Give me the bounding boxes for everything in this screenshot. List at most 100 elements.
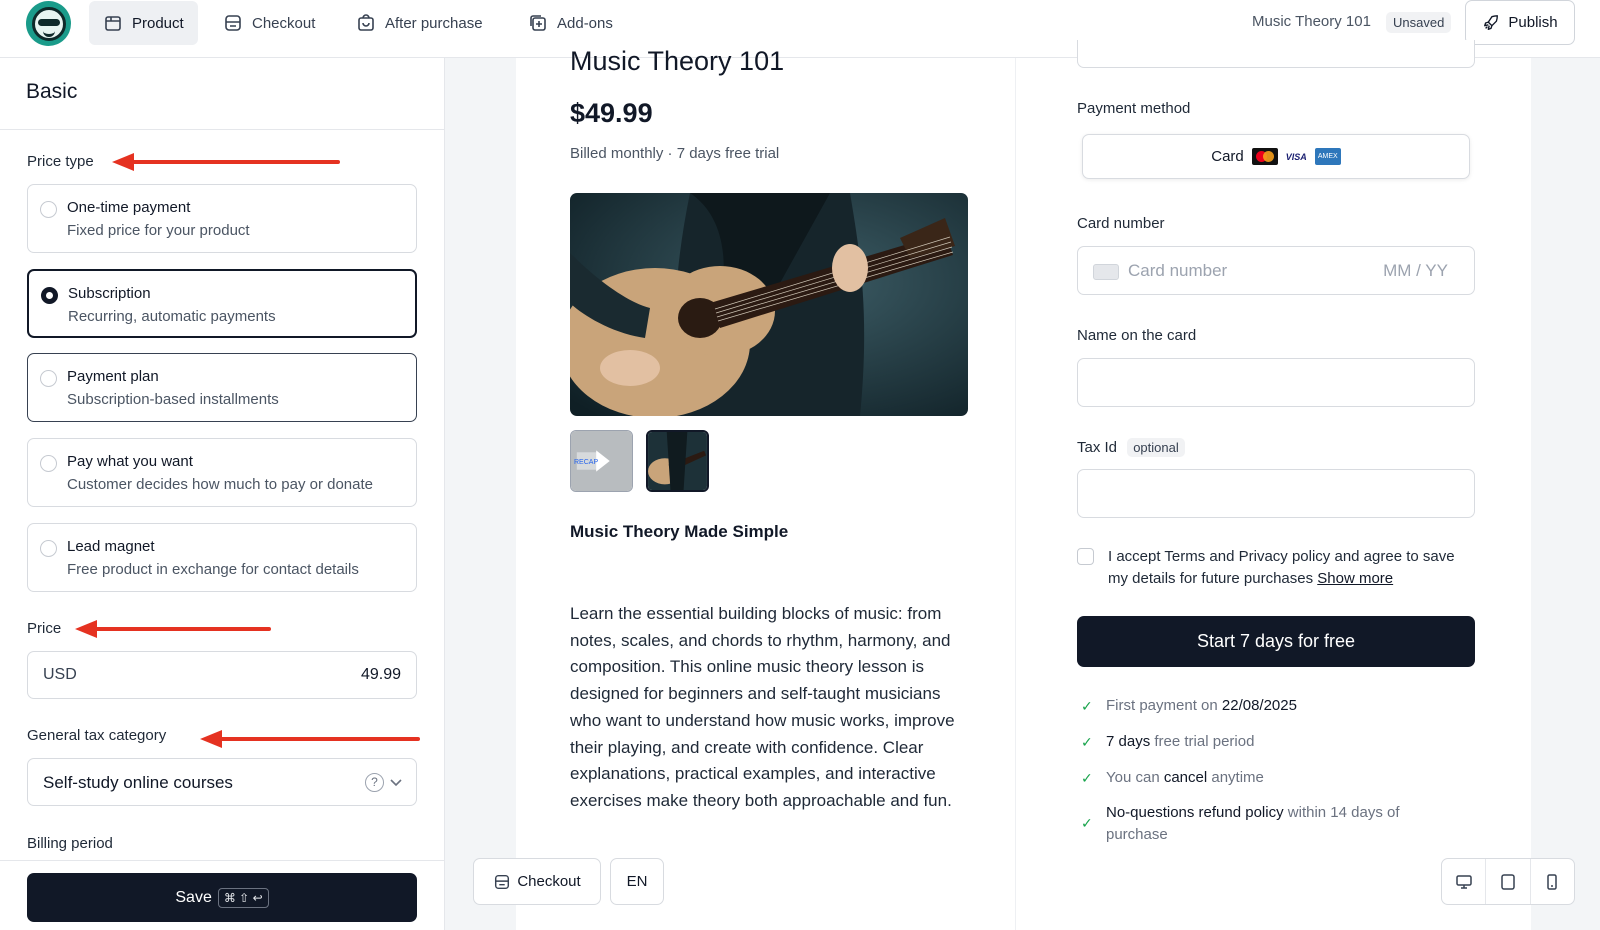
tab-add-ons[interactable]: Add-ons	[514, 1, 627, 45]
tax-id-label: Tax Id optional	[1077, 438, 1185, 457]
app-logo[interactable]	[26, 1, 71, 46]
check-icon: ✓	[1081, 770, 1093, 786]
payment-method-value: Card	[1211, 148, 1244, 165]
save-label: Save	[175, 888, 212, 906]
tab-checkout[interactable]: Checkout	[209, 1, 329, 45]
preview-checkout-button[interactable]: Checkout	[473, 858, 601, 905]
price-type-option-subscription[interactable]: Subscription Recurring, automatic paymen…	[27, 269, 417, 338]
previous-input-field[interactable]	[1077, 40, 1475, 68]
optional-badge: optional	[1127, 438, 1185, 457]
tab-product-label: Product	[132, 14, 184, 32]
project-name: Music Theory 101	[1252, 13, 1371, 30]
media-thumbnail-video[interactable]: RECAP	[570, 430, 633, 492]
tab-product[interactable]: Product	[89, 1, 198, 45]
perk-text: You can	[1106, 769, 1164, 786]
thumbnail-caption: RECAP	[574, 459, 599, 466]
cta-label: Start 7 days for free	[1196, 631, 1356, 651]
desktop-icon	[1455, 874, 1472, 889]
media-thumbnail-image[interactable]	[646, 430, 709, 492]
save-button[interactable]: Save ⌘ ⇧ ↩	[27, 873, 417, 922]
check-icon: ✓	[1081, 815, 1093, 831]
plus-box-icon	[530, 15, 546, 31]
option-title: Pay what you want	[67, 453, 193, 470]
tab-after-purchase[interactable]: After purchase	[342, 1, 497, 45]
tax-category-select[interactable]: Self-study online courses ?	[27, 758, 417, 806]
currency-label[interactable]: USD	[43, 666, 77, 684]
radio-button[interactable]	[40, 370, 57, 387]
device-preview-switcher	[1441, 858, 1575, 905]
guitar-thumbnail	[648, 432, 707, 490]
expiry-placeholder[interactable]: MM / YY	[1383, 261, 1448, 281]
product-title: Music Theory 101	[570, 46, 785, 76]
mastercard-icon	[1251, 148, 1278, 165]
checkout-icon	[225, 15, 241, 31]
option-title: One-time payment	[67, 199, 191, 216]
check-icon: ✓	[1081, 698, 1093, 714]
checkout-icon	[495, 874, 510, 889]
perk-text: First payment on	[1106, 697, 1222, 714]
price-label: Price	[27, 620, 62, 637]
status-badge: Unsaved	[1386, 12, 1452, 33]
product-description: Learn the essential building blocks of m…	[570, 604, 955, 810]
credit-card-icon	[1093, 264, 1119, 280]
option-title: Payment plan	[67, 368, 159, 385]
price-type-label: Price type	[27, 153, 94, 170]
option-title: Lead magnet	[67, 538, 155, 555]
payment-method-card[interactable]: Card VISA AMEX	[1082, 134, 1470, 179]
tab-after-purchase-label: After purchase	[385, 14, 483, 32]
package-icon	[105, 16, 121, 31]
billing-period-label: Billing period	[27, 835, 113, 852]
terms-label: I accept Terms and Privacy policy and ag…	[1108, 548, 1455, 587]
check-icon: ✓	[1081, 734, 1093, 750]
option-subtitle: Subscription-based installments	[67, 391, 279, 408]
keyboard-shortcut: ⌘ ⇧ ↩	[217, 887, 269, 908]
card-number-input[interactable]: Card number MM / YY	[1077, 246, 1475, 295]
option-subtitle: Free product in exchange for contact det…	[67, 561, 359, 578]
terms-checkbox[interactable]	[1077, 548, 1094, 565]
payment-method-label: Payment method	[1077, 100, 1191, 117]
name-on-card-label: Name on the card	[1077, 327, 1197, 344]
option-subtitle: Customer decides how much to pay or dona…	[67, 476, 373, 493]
option-title: Subscription	[68, 285, 151, 302]
name-on-card-input[interactable]	[1077, 358, 1475, 407]
option-subtitle: Recurring, automatic payments	[68, 308, 276, 325]
checkout-label: Checkout	[517, 873, 581, 890]
visa-icon: VISA	[1285, 151, 1307, 162]
perk-strong: No-questions refund policy	[1106, 804, 1284, 821]
card-number-label: Card number	[1077, 215, 1165, 232]
language-button[interactable]: EN	[610, 858, 664, 905]
perk-strong: cancel	[1163, 769, 1208, 786]
perk-strong: 22/08/2025	[1221, 697, 1297, 714]
start-trial-button[interactable]: Start 7 days for free	[1077, 616, 1475, 667]
price-type-option-pay-what-you-want[interactable]: Pay what you want Customer decides how m…	[27, 438, 417, 507]
radio-button[interactable]	[41, 287, 58, 304]
tax-id-input[interactable]	[1077, 469, 1475, 518]
product-price: $49.99	[570, 98, 653, 128]
panel-title: Basic	[26, 80, 78, 103]
price-type-option-one-time[interactable]: One-time payment Fixed price for your pr…	[27, 184, 417, 253]
bag-icon	[358, 14, 374, 31]
radio-button[interactable]	[40, 201, 57, 218]
tax-category-label: General tax category	[27, 727, 167, 744]
tablet-view-button[interactable]	[1486, 859, 1531, 904]
radio-button[interactable]	[40, 540, 57, 557]
annotation-arrow	[200, 730, 420, 748]
help-icon[interactable]: ?	[365, 773, 384, 792]
divider	[1015, 58, 1016, 930]
tax-category-value: Self-study online courses	[43, 773, 233, 792]
perk-strong: 7 days	[1106, 733, 1151, 750]
price-type-option-lead-magnet[interactable]: Lead magnet Free product in exchange for…	[27, 523, 417, 592]
price-input[interactable]: USD 49.99	[27, 651, 417, 699]
chevron-down-icon[interactable]	[388, 774, 404, 790]
price-value[interactable]: 49.99	[361, 666, 401, 684]
publish-button[interactable]: Publish	[1465, 0, 1575, 45]
radio-button[interactable]	[40, 455, 57, 472]
desktop-view-button[interactable]	[1442, 859, 1487, 904]
perk-text: anytime	[1207, 769, 1264, 786]
publish-label: Publish	[1508, 14, 1558, 31]
tablet-icon	[1501, 873, 1515, 890]
annotation-arrow	[75, 620, 271, 638]
price-type-option-payment-plan[interactable]: Payment plan Subscription-based installm…	[27, 353, 417, 422]
show-more-link[interactable]: Show more	[1317, 570, 1393, 587]
mobile-view-button[interactable]	[1531, 859, 1574, 904]
